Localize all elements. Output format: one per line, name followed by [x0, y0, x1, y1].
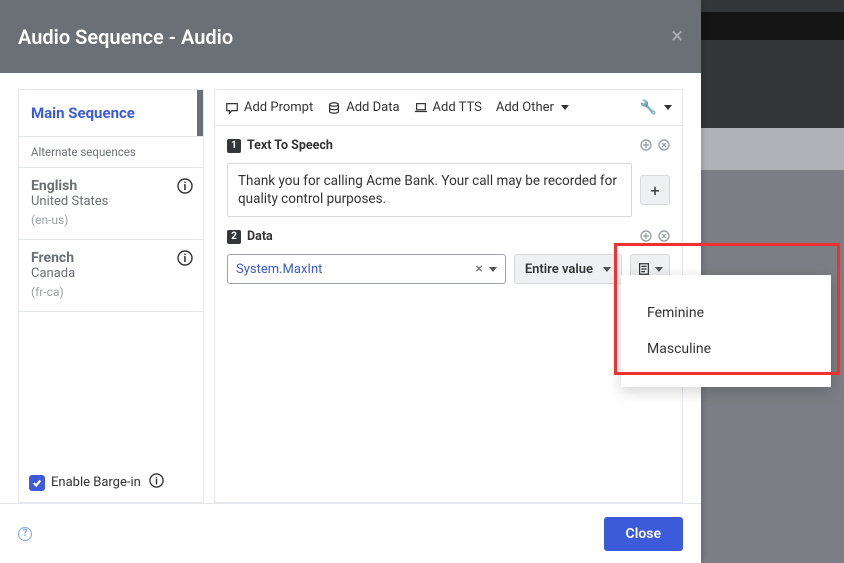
- lang-locale: (fr-ca): [31, 285, 191, 299]
- add-data-label: Add Data: [346, 100, 399, 115]
- chevron-down-icon: [664, 105, 672, 110]
- add-icon[interactable]: [640, 136, 652, 155]
- modal-title: Audio Sequence - Audio: [18, 25, 233, 49]
- close-button[interactable]: Close: [604, 517, 683, 551]
- chevron-down-icon: [655, 267, 663, 272]
- step-number: 1: [227, 139, 241, 153]
- add-other-button[interactable]: Add Other: [496, 100, 569, 115]
- chat-icon: [225, 101, 239, 115]
- alternate-sequences-label: Alternate sequences: [19, 137, 203, 168]
- svg-text:i: i: [184, 252, 187, 265]
- wrench-icon: 🔧: [640, 100, 657, 116]
- add-expression-button[interactable]: +: [640, 175, 670, 205]
- dropdown-item-feminine[interactable]: Feminine: [621, 295, 831, 331]
- remove-icon[interactable]: [658, 136, 670, 155]
- info-icon[interactable]: i: [177, 250, 193, 266]
- chevron-down-icon: [561, 105, 569, 110]
- add-prompt-button[interactable]: Add Prompt: [225, 100, 313, 115]
- add-prompt-label: Add Prompt: [244, 100, 313, 115]
- close-icon[interactable]: ×: [671, 24, 683, 49]
- add-other-label: Add Other: [496, 100, 554, 115]
- entire-value-dropdown[interactable]: Entire value: [514, 254, 622, 284]
- laptop-icon: [414, 101, 428, 115]
- step-tts: 1 Text To Speech +: [215, 126, 682, 217]
- step-number: 2: [227, 230, 241, 244]
- plus-icon: +: [650, 181, 659, 200]
- gender-dropdown-menu: Feminine Masculine: [621, 275, 831, 387]
- lang-name: English: [31, 178, 191, 194]
- data-value-text: System.MaxInt: [236, 262, 322, 277]
- info-icon[interactable]: i: [149, 473, 164, 492]
- step-title: Text To Speech: [247, 138, 333, 153]
- enable-barge-in-row: Enable Barge-in i: [19, 463, 203, 502]
- audio-sequence-modal: Audio Sequence - Audio × Main Sequence A…: [0, 0, 701, 563]
- step-title: Data: [247, 229, 273, 244]
- remove-icon[interactable]: [658, 227, 670, 246]
- lang-locale: (en-us): [31, 213, 191, 227]
- modal-header: Audio Sequence - Audio ×: [0, 0, 701, 73]
- sidebar-item-main-sequence[interactable]: Main Sequence: [19, 90, 203, 137]
- sidebar: Main Sequence Alternate sequences Englis…: [18, 89, 204, 503]
- svg-text:i: i: [155, 474, 158, 487]
- sidebar-item-french[interactable]: French Canada (fr-ca) i: [19, 240, 203, 312]
- settings-button[interactable]: 🔧: [640, 100, 672, 116]
- step-data: 2 Data System.MaxInt ×: [215, 217, 682, 284]
- add-icon[interactable]: [640, 227, 652, 246]
- svg-text:i: i: [184, 180, 187, 193]
- tts-textarea[interactable]: [227, 163, 632, 217]
- content-panel: Add Prompt Add Data Add TTS Add Other: [214, 89, 683, 503]
- sidebar-item-english[interactable]: English United States (en-us) i: [19, 168, 203, 240]
- help-icon[interactable]: ?: [18, 527, 32, 541]
- add-tts-label: Add TTS: [433, 100, 482, 115]
- add-data-button[interactable]: Add Data: [327, 100, 399, 115]
- add-tts-button[interactable]: Add TTS: [414, 100, 482, 115]
- toolbar: Add Prompt Add Data Add TTS Add Other: [215, 90, 682, 126]
- chevron-down-icon[interactable]: [489, 267, 497, 272]
- lang-region: Canada: [31, 266, 191, 281]
- clear-icon[interactable]: ×: [475, 261, 482, 277]
- lang-region: United States: [31, 194, 191, 209]
- dropdown-item-masculine[interactable]: Masculine: [621, 331, 831, 367]
- info-icon[interactable]: i: [177, 178, 193, 194]
- database-icon: [327, 101, 341, 115]
- data-value-input[interactable]: System.MaxInt ×: [227, 254, 506, 284]
- entire-value-label: Entire value: [525, 262, 593, 277]
- modal-footer: ? Close: [0, 503, 701, 563]
- lang-name: French: [31, 250, 191, 266]
- barge-in-label: Enable Barge-in: [51, 475, 141, 490]
- main-sequence-label: Main Sequence: [31, 104, 135, 122]
- barge-in-checkbox[interactable]: [29, 475, 45, 491]
- document-icon: [637, 262, 651, 276]
- chevron-down-icon: [603, 267, 611, 272]
